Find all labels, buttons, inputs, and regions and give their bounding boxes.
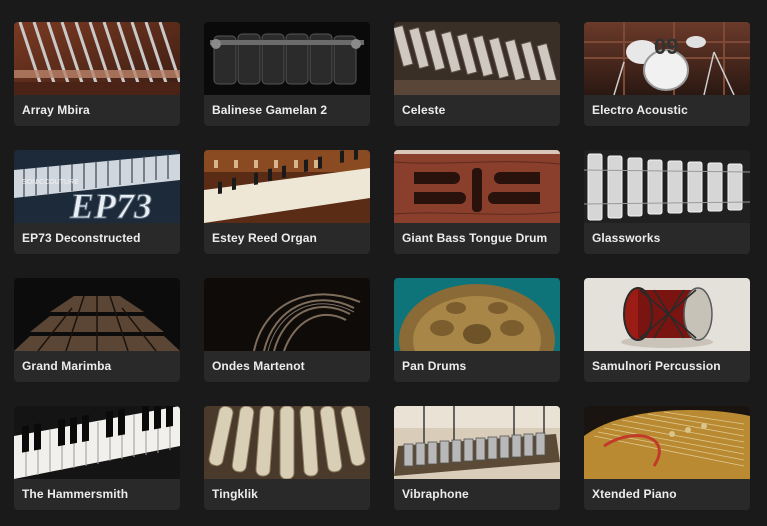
- instrument-card-pan-drums[interactable]: Pan Drums: [394, 278, 560, 382]
- instrument-label: Balinese Gamelan 2: [212, 103, 328, 117]
- instrument-card-vibraphone[interactable]: Vibraphone: [394, 406, 560, 510]
- instrument-card-glassworks[interactable]: Glassworks: [584, 150, 750, 254]
- pan-drums-thumbnail: [394, 278, 560, 351]
- tingklik-thumbnail: [204, 406, 370, 479]
- instrument-label: Ondes Martenot: [212, 359, 305, 373]
- brand-logo-text: SONICCOUTURE: [22, 179, 79, 186]
- instrument-card-ep73-deconstructed[interactable]: SONICCOUTURE EP73 EP73 Deconstructed: [14, 150, 180, 254]
- celeste-thumbnail: [394, 22, 560, 95]
- array-mbira-thumbnail: [14, 22, 180, 95]
- instrument-card-array-mbira[interactable]: Array Mbira: [14, 22, 180, 126]
- electro-acoustic-thumbnail: 09: [584, 22, 750, 95]
- instrument-label: Tingklik: [212, 487, 258, 501]
- instrument-card-ondes-martenot[interactable]: Ondes Martenot: [204, 278, 370, 382]
- instrument-card-giant-bass-tongue-drum[interactable]: Giant Bass Tongue Drum: [394, 150, 560, 254]
- instrument-label: Pan Drums: [402, 359, 467, 373]
- marimba-thumbnail: [14, 278, 180, 351]
- instrument-label: Vibraphone: [402, 487, 469, 501]
- instrument-card-samulnori-percussion[interactable]: Samulnori Percussion: [584, 278, 750, 382]
- instrument-card-grand-marimba[interactable]: Grand Marimba: [14, 278, 180, 382]
- estey-organ-thumbnail: [204, 150, 370, 223]
- samulnori-thumbnail: [584, 278, 750, 351]
- instrument-card-xtended-piano[interactable]: Xtended Piano: [584, 406, 750, 510]
- ep73-logo-text: EP73: [69, 186, 152, 223]
- instrument-card-balinese-gamelan-2[interactable]: Balinese Gamelan 2: [204, 22, 370, 126]
- instrument-card-the-hammersmith[interactable]: The Hammersmith: [14, 406, 180, 510]
- piano-keys-thumbnail: [14, 406, 180, 479]
- instrument-card-electro-acoustic[interactable]: 09 Electro Acoustic: [584, 22, 750, 126]
- instrument-label: Glassworks: [592, 231, 661, 245]
- grand-piano-interior-thumbnail: [584, 406, 750, 479]
- instrument-label: Samulnori Percussion: [592, 359, 721, 373]
- instrument-card-tingklik[interactable]: Tingklik: [204, 406, 370, 510]
- instrument-label: Estey Reed Organ: [212, 231, 317, 245]
- ep73-thumbnail: SONICCOUTURE EP73: [14, 150, 180, 223]
- glassworks-thumbnail: [584, 150, 750, 223]
- instrument-label: Giant Bass Tongue Drum: [402, 231, 548, 245]
- vibraphone-thumbnail: [394, 406, 560, 479]
- instrument-card-estey-reed-organ[interactable]: Estey Reed Organ: [204, 150, 370, 254]
- instrument-label: Celeste: [402, 103, 446, 117]
- instrument-label: Electro Acoustic: [592, 103, 688, 117]
- instrument-label: The Hammersmith: [22, 487, 129, 501]
- instrument-label: Grand Marimba: [22, 359, 112, 373]
- drum-logo-text: 09: [654, 34, 678, 59]
- instrument-label: Xtended Piano: [592, 487, 677, 501]
- tongue-drum-thumbnail: [394, 150, 560, 223]
- instrument-label: Array Mbira: [22, 103, 90, 117]
- instrument-grid: Array Mbira Balinese Gamelan 2 Celeste 0…: [14, 22, 750, 510]
- ondes-martenot-thumbnail: [204, 278, 370, 351]
- instrument-label: EP73 Deconstructed: [22, 231, 141, 245]
- instrument-card-celeste[interactable]: Celeste: [394, 22, 560, 126]
- balinese-gamelan-thumbnail: [204, 22, 370, 95]
